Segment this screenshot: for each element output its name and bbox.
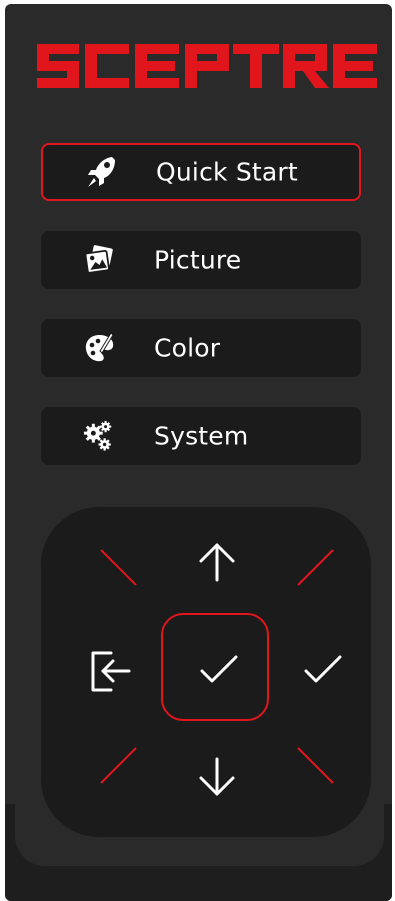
quick-start-button[interactable]: Quick Start bbox=[41, 143, 361, 201]
pictures-icon bbox=[83, 244, 115, 276]
picture-button[interactable]: Picture bbox=[41, 231, 361, 289]
down-button[interactable] bbox=[181, 745, 253, 811]
picture-label: Picture bbox=[154, 245, 242, 275]
dpad bbox=[41, 507, 371, 837]
ok-button[interactable] bbox=[161, 613, 269, 721]
sceptre-logo bbox=[37, 44, 377, 88]
system-label: System bbox=[154, 421, 249, 451]
remote-panel: Quick Start Picture Color System bbox=[5, 4, 392, 901]
system-button[interactable]: System bbox=[41, 407, 361, 465]
color-label: Color bbox=[154, 333, 221, 363]
right-button[interactable] bbox=[289, 635, 359, 707]
rocket-icon bbox=[85, 156, 117, 188]
palette-icon bbox=[83, 332, 115, 364]
exit-button[interactable] bbox=[77, 635, 147, 707]
gears-icon bbox=[83, 420, 115, 452]
color-button[interactable]: Color bbox=[41, 319, 361, 377]
quick-start-label: Quick Start bbox=[156, 157, 298, 187]
up-button[interactable] bbox=[181, 529, 253, 595]
